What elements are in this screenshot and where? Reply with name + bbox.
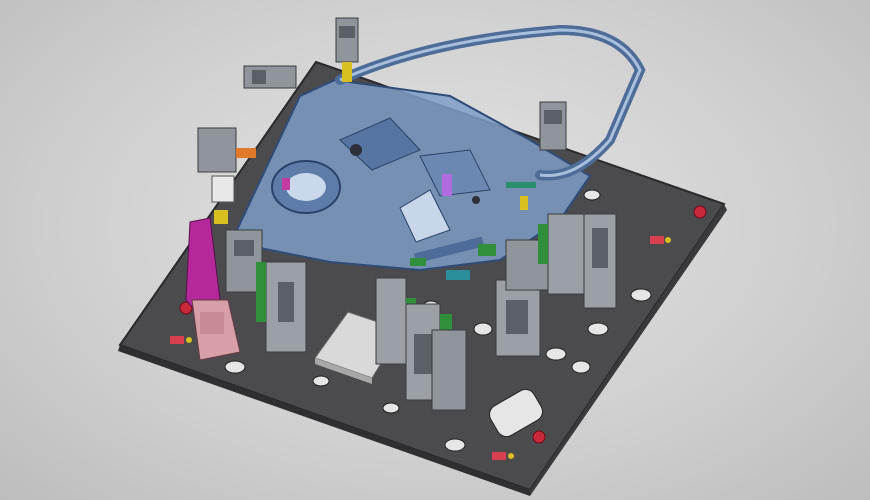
clamp-unit [431, 329, 467, 411]
clamp-unit [583, 213, 617, 309]
fixture-scene [118, 17, 727, 496]
cad-viewport [0, 0, 870, 500]
clamp-unit [539, 101, 567, 151]
clamp-unit [495, 279, 541, 357]
clamp-unit [243, 65, 297, 89]
